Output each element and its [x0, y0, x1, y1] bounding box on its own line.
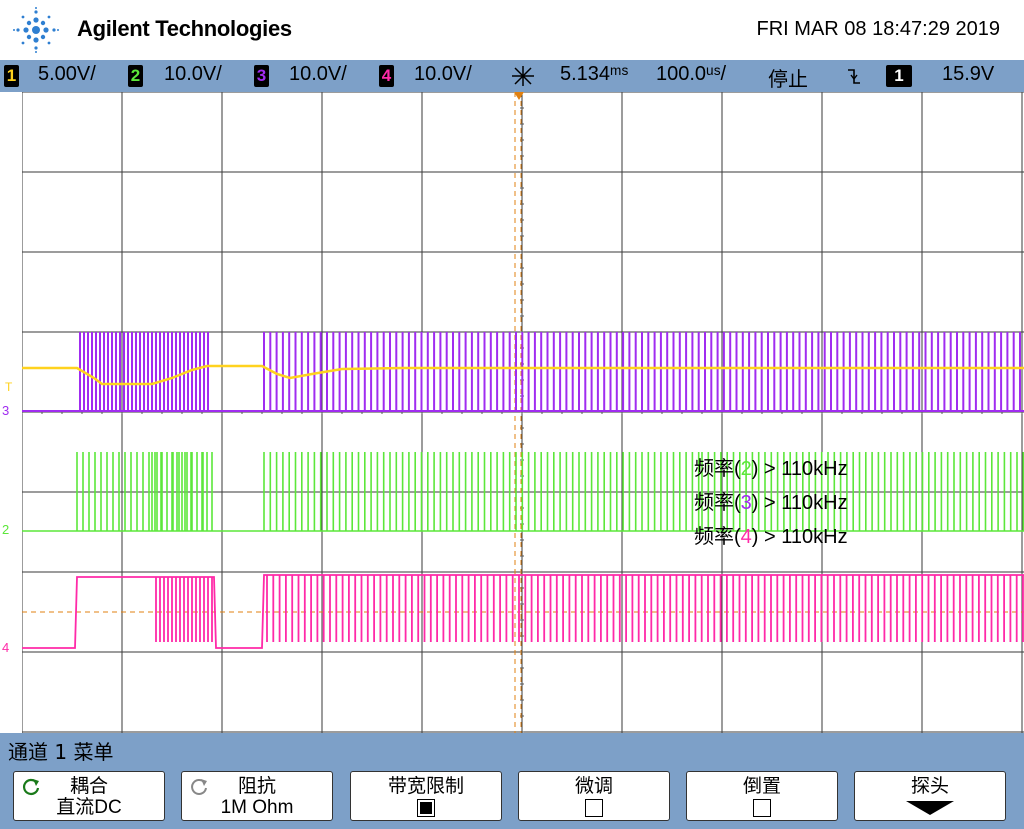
coupling-softkey[interactable]: 耦合 直流DC [13, 771, 165, 821]
rotate-icon [191, 779, 207, 795]
trigger-level: 15.9V [942, 63, 995, 85]
falling-edge-icon [848, 69, 860, 84]
rotate-icon [23, 778, 40, 795]
ch4-scale: 10.0V/ [414, 63, 472, 85]
trigger-source-badge[interactable]: 1 [886, 65, 912, 87]
ch4-badge[interactable]: 4 [379, 65, 394, 87]
brand-name: Agilent Technologies [77, 16, 292, 41]
ch3-trace [22, 332, 1024, 412]
softkey-menu: 通道 1 菜单 耦合 直流DC 阻抗 1M Ohm 带宽限制 微调 倒置 探头 [0, 733, 1024, 829]
ch2-trace [22, 452, 1024, 532]
ch3-ground-marker: 3 [2, 403, 10, 418]
ch3-badge[interactable]: 3 [254, 65, 269, 87]
ch2-ground-marker: 2 [2, 522, 10, 537]
timebase-readout: 100.0ᵘˢ/ [656, 63, 727, 85]
agilent-logo-icon [13, 7, 59, 53]
down-arrow-icon [906, 801, 954, 815]
invert-softkey[interactable]: 倒置 [686, 771, 838, 821]
status-bar: 1 5.00V/ 2 10.0V/ 3 10.0V/ 4 10.0V/ 5.13… [0, 60, 1024, 92]
probe-softkey[interactable]: 探头 [854, 771, 1006, 821]
ch2-scale: 10.0V/ [164, 63, 222, 85]
delay-readout: 5.134ᵐˢ [560, 63, 629, 85]
freq-ch3-readout: 频率(3) > 110kHz [694, 492, 848, 514]
impedance-softkey[interactable]: 阻抗 1M Ohm [181, 771, 333, 821]
bandwidth-limit-softkey[interactable]: 带宽限制 [350, 771, 502, 821]
ch2-badge[interactable]: 2 [128, 65, 143, 87]
invert-checkbox[interactable] [753, 799, 771, 817]
bandwidth-limit-checkbox[interactable] [417, 799, 435, 817]
freq-ch4-readout: 频率(4) > 110kHz [694, 526, 848, 548]
ch4-ground-marker: 4 [2, 640, 10, 655]
waveform-display[interactable]: 频率(2) > 110kHz 频率(3) > 110kHz 频率(4) > 11… [22, 92, 1024, 733]
trigger-marker: T [5, 380, 13, 394]
freq-ch2-readout: 频率(2) > 110kHz [694, 458, 848, 480]
datetime: FRI MAR 08 18:47:29 2019 [756, 18, 1000, 40]
run-state: 停止 [768, 69, 808, 91]
ch1-badge[interactable]: 1 [4, 65, 19, 87]
ch1-scale: 5.00V/ [38, 63, 96, 85]
ch4-trace [22, 574, 1024, 649]
ch3-scale: 10.0V/ [289, 63, 347, 85]
vernier-checkbox[interactable] [585, 799, 603, 817]
vernier-softkey[interactable]: 微调 [518, 771, 670, 821]
waveform-traces [22, 332, 1024, 649]
trigger-delay-icon [512, 66, 534, 86]
header: Agilent Technologies FRI MAR 08 18:47:29… [0, 0, 1024, 60]
menu-title: 通道 1 菜单 [8, 740, 114, 764]
